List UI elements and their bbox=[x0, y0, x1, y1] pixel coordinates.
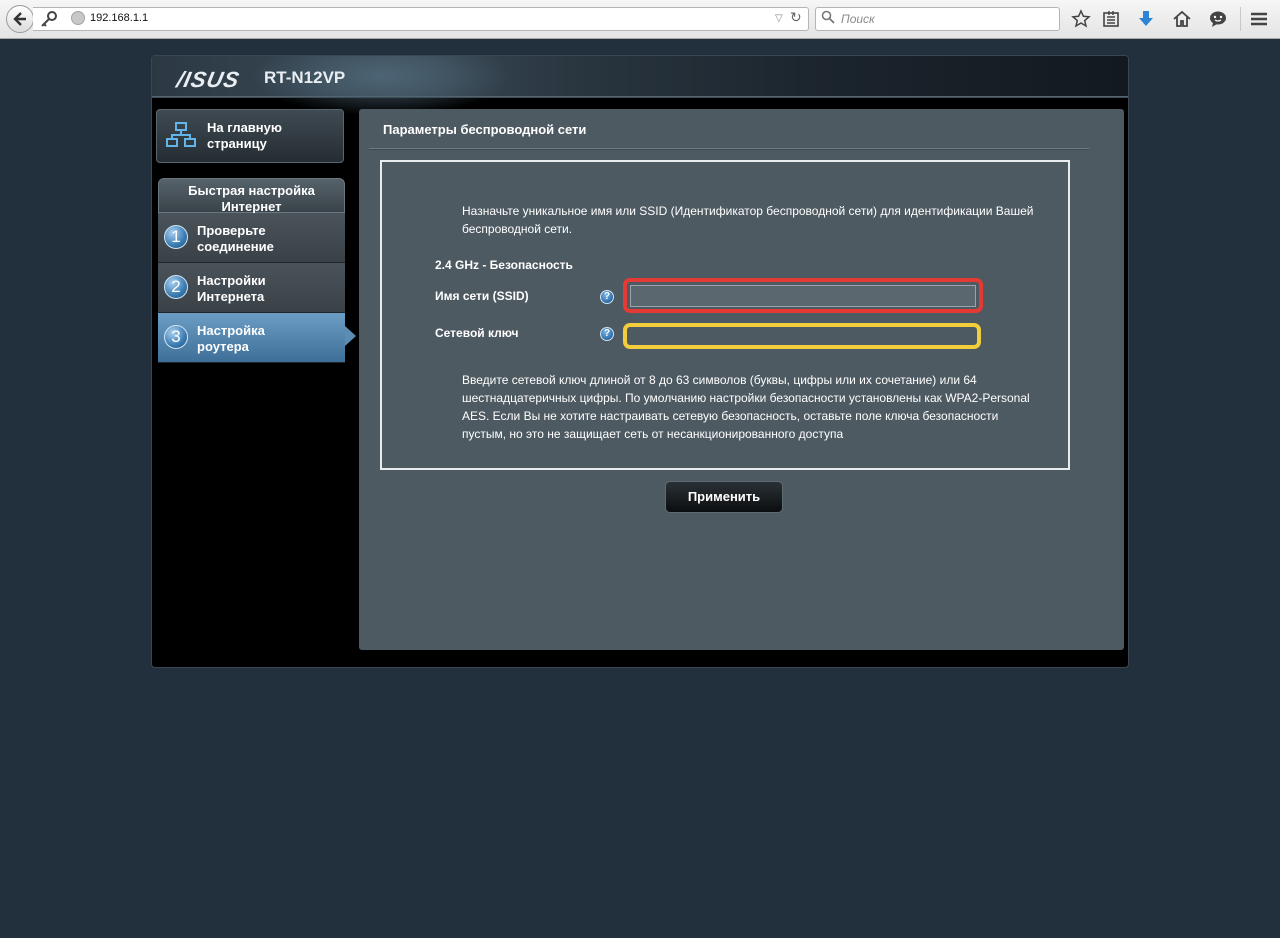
content-panel: Параметры беспроводной сети Назначьте ун… bbox=[359, 109, 1124, 650]
browser-toolbar: 192.168.1.1 ▽ ↻ Поиск bbox=[0, 0, 1280, 39]
star-icon[interactable] bbox=[1071, 9, 1091, 29]
step-internet-settings[interactable]: 2 Настройки Интернета bbox=[158, 263, 345, 313]
home-icon[interactable] bbox=[1172, 9, 1192, 29]
asus-logo: /ISUS bbox=[174, 67, 243, 92]
ssid-highlight bbox=[623, 278, 983, 313]
active-step-pointer bbox=[345, 326, 356, 346]
wireless-settings-box: Назначьте уникальное имя или SSID (Идент… bbox=[380, 160, 1070, 470]
home-button[interactable]: На главную страницу bbox=[156, 109, 344, 163]
apply-button[interactable]: Применить bbox=[665, 481, 783, 513]
globe-icon bbox=[71, 11, 85, 25]
router-page: /ISUS RT-N12VP На главную страницу Быстр… bbox=[151, 55, 1129, 668]
ssid-label: Имя сети (SSID) bbox=[435, 289, 529, 303]
menu-icon[interactable] bbox=[1249, 9, 1269, 29]
toolbar-separator bbox=[1240, 7, 1241, 31]
key-note-text: Введите сетевой ключ длиной от 8 до 63 с… bbox=[462, 373, 1030, 441]
url-text[interactable]: 192.168.1.1 bbox=[90, 12, 148, 24]
download-icon[interactable] bbox=[1136, 9, 1156, 29]
reload-icon[interactable]: ↻ bbox=[790, 9, 802, 26]
network-map-icon bbox=[166, 122, 196, 147]
arrow-left-icon bbox=[13, 12, 26, 26]
search-placeholder[interactable]: Поиск bbox=[841, 12, 875, 26]
home-label: На главную страницу bbox=[207, 120, 282, 151]
qis-header: Быстрая настройка Интернет bbox=[158, 178, 345, 214]
key-help-icon[interactable]: ? bbox=[600, 327, 614, 341]
step-number: 3 bbox=[164, 325, 188, 349]
page-title: Параметры беспроводной сети bbox=[383, 122, 587, 137]
back-button[interactable] bbox=[6, 5, 34, 33]
ssid-input[interactable] bbox=[630, 285, 976, 307]
step-number: 2 bbox=[164, 275, 188, 299]
model-name: RT-N12VP bbox=[264, 68, 346, 87]
ssid-help-icon[interactable]: ? bbox=[600, 290, 614, 304]
search-icon bbox=[821, 10, 835, 24]
step-number: 1 bbox=[164, 225, 188, 249]
intro-text: Назначьте уникальное имя или SSID (Идент… bbox=[462, 204, 1034, 236]
step-label: Проверьте соединение bbox=[197, 223, 274, 254]
band-label: 2.4 GHz - Безопасность bbox=[435, 258, 573, 272]
step-check-connection[interactable]: 1 Проверьте соединение bbox=[158, 213, 345, 263]
chat-icon[interactable] bbox=[1208, 9, 1228, 29]
step-label: Настройка роутера bbox=[197, 323, 265, 354]
history-dropdown-icon[interactable]: ▽ bbox=[775, 13, 783, 24]
url-bar[interactable] bbox=[33, 7, 809, 31]
network-key-label: Сетевой ключ bbox=[435, 326, 519, 340]
bookmarks-list-icon[interactable] bbox=[1101, 9, 1121, 29]
banner: /ISUS RT-N12VP bbox=[152, 56, 1128, 116]
step-router-setup[interactable]: 3 Настройка роутера bbox=[158, 313, 345, 363]
network-key-highlight bbox=[623, 323, 981, 349]
network-key-input[interactable] bbox=[628, 328, 976, 344]
key-icon[interactable] bbox=[38, 10, 60, 28]
step-label: Настройки Интернета bbox=[197, 273, 266, 304]
